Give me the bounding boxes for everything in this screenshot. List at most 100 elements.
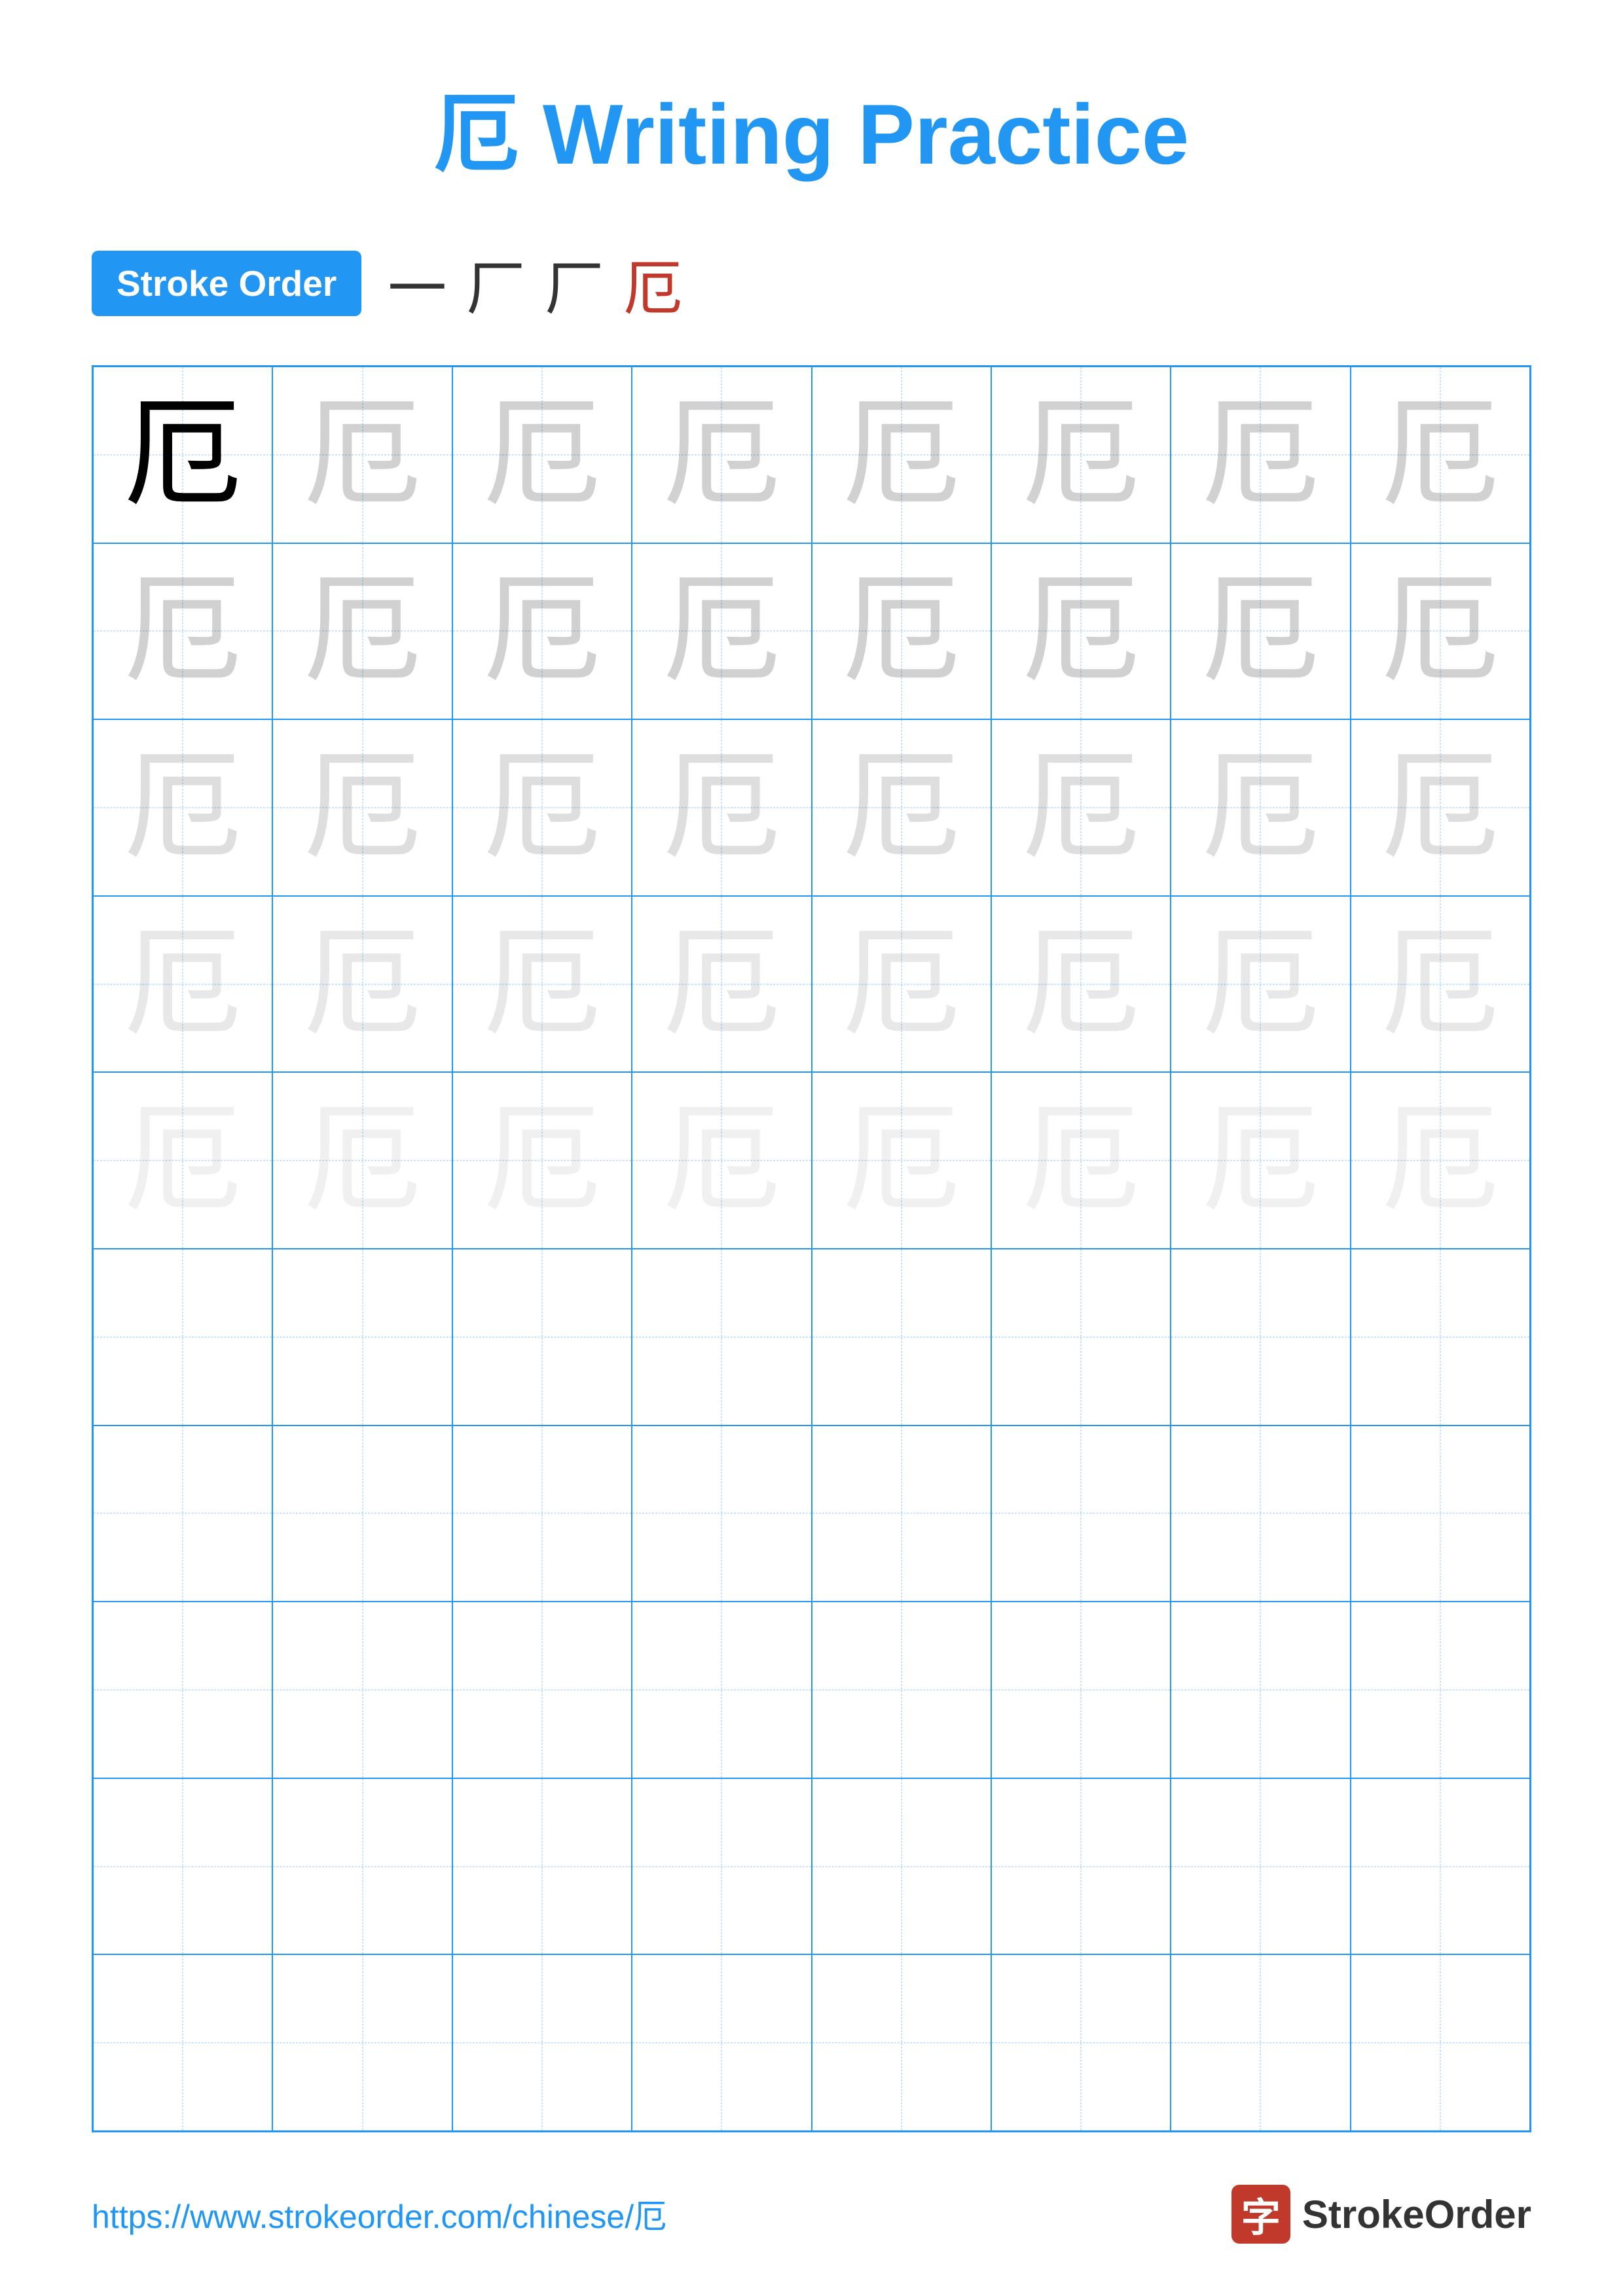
grid-cell-r7-c5[interactable] bbox=[812, 1426, 991, 1602]
grid-cell-r1-c5[interactable]: 厄 bbox=[812, 367, 991, 543]
grid-cell-r7-c2[interactable] bbox=[272, 1426, 452, 1602]
grid-cell-r5-c2[interactable]: 厄 bbox=[272, 1072, 452, 1249]
grid-cell-r3-c2[interactable]: 厄 bbox=[272, 719, 452, 896]
grid-cell-r5-c5[interactable]: 厄 bbox=[812, 1072, 991, 1249]
grid-cell-r8-c5[interactable] bbox=[812, 1602, 991, 1778]
grid-cell-r2-c5[interactable]: 厄 bbox=[812, 543, 991, 720]
practice-char: 厄 bbox=[843, 1102, 960, 1219]
grid-cell-r5-c7[interactable]: 厄 bbox=[1171, 1072, 1350, 1249]
grid-cell-r2-c4[interactable]: 厄 bbox=[632, 543, 811, 720]
grid-cell-r10-c4[interactable] bbox=[632, 1954, 811, 2131]
grid-cell-r2-c3[interactable]: 厄 bbox=[452, 543, 632, 720]
grid-cell-r1-c4[interactable]: 厄 bbox=[632, 367, 811, 543]
grid-cell-r5-c1[interactable]: 厄 bbox=[93, 1072, 272, 1249]
grid-cell-r5-c6[interactable]: 厄 bbox=[991, 1072, 1171, 1249]
grid-cell-r2-c8[interactable]: 厄 bbox=[1351, 543, 1530, 720]
grid-cell-r4-c7[interactable]: 厄 bbox=[1171, 896, 1350, 1073]
grid-cell-r8-c8[interactable] bbox=[1351, 1602, 1530, 1778]
footer-logo-icon: 字 bbox=[1231, 2185, 1290, 2244]
grid-cell-r3-c3[interactable]: 厄 bbox=[452, 719, 632, 896]
grid-cell-r6-c3[interactable] bbox=[452, 1249, 632, 1426]
grid-cell-r7-c8[interactable] bbox=[1351, 1426, 1530, 1602]
footer-url[interactable]: https://www.strokeorder.com/chinese/厄 bbox=[92, 2191, 666, 2238]
grid-cell-r8-c1[interactable] bbox=[93, 1602, 272, 1778]
grid-cell-r10-c5[interactable] bbox=[812, 1954, 991, 2131]
grid-cell-r4-c3[interactable]: 厄 bbox=[452, 896, 632, 1073]
grid-cell-r8-c7[interactable] bbox=[1171, 1602, 1350, 1778]
grid-cell-r10-c3[interactable] bbox=[452, 1954, 632, 2131]
grid-cell-r8-c3[interactable] bbox=[452, 1602, 632, 1778]
grid-cell-r1-c6[interactable]: 厄 bbox=[991, 367, 1171, 543]
grid-cell-r9-c4[interactable] bbox=[632, 1778, 811, 1955]
grid-cell-r7-c1[interactable] bbox=[93, 1426, 272, 1602]
grid-cell-r2-c6[interactable]: 厄 bbox=[991, 543, 1171, 720]
grid-cell-r4-c4[interactable]: 厄 bbox=[632, 896, 811, 1073]
grid-cell-r8-c4[interactable] bbox=[632, 1602, 811, 1778]
grid-cell-r7-c4[interactable] bbox=[632, 1426, 811, 1602]
grid-cell-r7-c6[interactable] bbox=[991, 1426, 1171, 1602]
grid-cell-r9-c6[interactable] bbox=[991, 1778, 1171, 1955]
grid-cell-r1-c3[interactable]: 厄 bbox=[452, 367, 632, 543]
grid-cell-r10-c8[interactable] bbox=[1351, 1954, 1530, 2131]
grid-cell-r9-c2[interactable] bbox=[272, 1778, 452, 1955]
grid-cell-r6-c1[interactable] bbox=[93, 1249, 272, 1426]
practice-char: 厄 bbox=[1201, 749, 1319, 867]
grid-cell-r2-c1[interactable]: 厄 bbox=[93, 543, 272, 720]
title-text: Writing Practice bbox=[543, 86, 1189, 182]
grid-cell-r3-c6[interactable]: 厄 bbox=[991, 719, 1171, 896]
practice-char: 厄 bbox=[304, 1102, 422, 1219]
grid-cell-r3-c4[interactable]: 厄 bbox=[632, 719, 811, 896]
grid-cell-r8-c6[interactable] bbox=[991, 1602, 1171, 1778]
grid-cell-r4-c1[interactable]: 厄 bbox=[93, 896, 272, 1073]
grid-cell-r8-c2[interactable] bbox=[272, 1602, 452, 1778]
practice-char: 厄 bbox=[1201, 396, 1319, 514]
grid-cell-r10-c6[interactable] bbox=[991, 1954, 1171, 2131]
grid-cell-r7-c7[interactable] bbox=[1171, 1426, 1350, 1602]
grid-cell-r2-c7[interactable]: 厄 bbox=[1171, 543, 1350, 720]
grid-cell-r3-c5[interactable]: 厄 bbox=[812, 719, 991, 896]
grid-cell-r10-c7[interactable] bbox=[1171, 1954, 1350, 2131]
stroke-sequence: 一 厂 厂 厄 bbox=[388, 241, 682, 326]
practice-char: 厄 bbox=[1381, 396, 1499, 514]
grid-cell-r6-c2[interactable] bbox=[272, 1249, 452, 1426]
footer: https://www.strokeorder.com/chinese/厄 字 … bbox=[92, 2185, 1531, 2244]
practice-grid[interactable]: 厄 厄 厄 厄 厄 厄 厄 厄 厄 厄 厄 bbox=[92, 365, 1531, 2132]
grid-cell-r9-c8[interactable] bbox=[1351, 1778, 1530, 1955]
practice-char: 厄 bbox=[843, 749, 960, 867]
grid-cell-r4-c2[interactable]: 厄 bbox=[272, 896, 452, 1073]
practice-char: 厄 bbox=[483, 1102, 601, 1219]
practice-char: 厄 bbox=[1381, 925, 1499, 1043]
grid-cell-r4-c8[interactable]: 厄 bbox=[1351, 896, 1530, 1073]
stroke-4: 厄 bbox=[623, 241, 682, 326]
grid-cell-r6-c6[interactable] bbox=[991, 1249, 1171, 1426]
grid-cell-r10-c1[interactable] bbox=[93, 1954, 272, 2131]
grid-cell-r5-c3[interactable]: 厄 bbox=[452, 1072, 632, 1249]
practice-char: 厄 bbox=[1201, 925, 1319, 1043]
title-character: 厄 bbox=[434, 86, 543, 182]
grid-cell-r9-c1[interactable] bbox=[93, 1778, 272, 1955]
grid-cell-r1-c7[interactable]: 厄 bbox=[1171, 367, 1350, 543]
grid-cell-r9-c7[interactable] bbox=[1171, 1778, 1350, 1955]
grid-cell-r5-c4[interactable]: 厄 bbox=[632, 1072, 811, 1249]
grid-cell-r1-c8[interactable]: 厄 bbox=[1351, 367, 1530, 543]
grid-cell-r6-c5[interactable] bbox=[812, 1249, 991, 1426]
grid-cell-r3-c1[interactable]: 厄 bbox=[93, 719, 272, 896]
grid-cell-r2-c2[interactable]: 厄 bbox=[272, 543, 452, 720]
grid-cell-r9-c5[interactable] bbox=[812, 1778, 991, 1955]
grid-cell-r1-c1[interactable]: 厄 bbox=[93, 367, 272, 543]
grid-cell-r7-c3[interactable] bbox=[452, 1426, 632, 1602]
grid-cell-r3-c8[interactable]: 厄 bbox=[1351, 719, 1530, 896]
grid-cell-r6-c4[interactable] bbox=[632, 1249, 811, 1426]
grid-cell-r9-c3[interactable] bbox=[452, 1778, 632, 1955]
grid-cell-r1-c2[interactable]: 厄 bbox=[272, 367, 452, 543]
grid-cell-r6-c8[interactable] bbox=[1351, 1249, 1530, 1426]
grid-cell-r6-c7[interactable] bbox=[1171, 1249, 1350, 1426]
grid-cell-r4-c6[interactable]: 厄 bbox=[991, 896, 1171, 1073]
grid-cell-r3-c7[interactable]: 厄 bbox=[1171, 719, 1350, 896]
stroke-order-section: Stroke Order 一 厂 厂 厄 bbox=[92, 241, 1531, 326]
grid-cell-r10-c2[interactable] bbox=[272, 1954, 452, 2131]
grid-cell-r4-c5[interactable]: 厄 bbox=[812, 896, 991, 1073]
footer-logo-text: StrokeOrder bbox=[1302, 2192, 1531, 2237]
grid-cell-r5-c8[interactable]: 厄 bbox=[1351, 1072, 1530, 1249]
practice-char: 厄 bbox=[1022, 925, 1140, 1043]
